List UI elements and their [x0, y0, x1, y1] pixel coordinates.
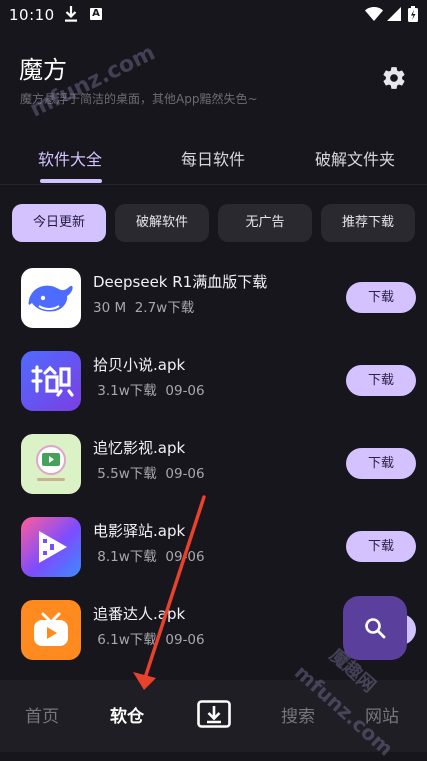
- list-item[interactable]: Deepseek R1满血版下载 30 M 2.7w下载 下载: [0, 268, 427, 348]
- app-name: 追番达人.apk: [93, 605, 186, 623]
- download-button[interactable]: 下载: [346, 448, 416, 479]
- signal-icon: [387, 7, 401, 21]
- list-item[interactable]: 拾贝小说.apk 3.1w下载 09-06 下载: [0, 351, 427, 431]
- zhuifan-tv-icon: [21, 600, 81, 660]
- notification-badge-icon: A: [90, 8, 102, 20]
- app-name: 拾贝小说.apk: [93, 356, 186, 374]
- list-item[interactable]: 追忆影视.apk 5.5w下载 09-06 下载: [0, 434, 427, 514]
- tab-daily-software[interactable]: 每日软件: [181, 146, 245, 170]
- movie-station-icon: [21, 517, 81, 577]
- chip-cracked-software[interactable]: 破解软件: [115, 204, 209, 242]
- search-fab-button[interactable]: [343, 596, 407, 660]
- chip-no-ads[interactable]: 无广告: [218, 204, 312, 242]
- app-name: 追忆影视.apk: [93, 439, 186, 457]
- tab-indicator: [40, 179, 102, 183]
- gear-icon[interactable]: [381, 65, 407, 91]
- battery-icon: [408, 6, 418, 22]
- tab-software-all[interactable]: 软件大全: [38, 146, 102, 170]
- download-button[interactable]: 下载: [346, 531, 416, 562]
- download-button[interactable]: 下载: [346, 282, 416, 313]
- download-notification-icon: [65, 6, 77, 22]
- nav-home[interactable]: 首页: [25, 702, 59, 727]
- app-name: 电影驿站.apk: [93, 522, 186, 540]
- download-manager-icon[interactable]: [197, 700, 231, 728]
- bottom-navigation: 首页 软仓 搜索 网站: [0, 680, 427, 752]
- chip-recommended[interactable]: 推荐下载: [321, 204, 415, 242]
- status-bar: 10:10 A: [0, 0, 427, 34]
- app-meta: 5.5w下载 09-06: [93, 466, 205, 482]
- nav-software-store[interactable]: 软仓: [110, 702, 144, 727]
- zhuiyi-video-icon: [21, 434, 81, 494]
- page-subtitle: 魔方悬浮于简洁的桌面，其他App黯然失色~: [20, 92, 258, 106]
- nav-websites[interactable]: 网站: [365, 702, 399, 727]
- deepseek-whale-icon: [21, 268, 81, 328]
- wifi-icon: [365, 7, 383, 21]
- list-item[interactable]: 电影驿站.apk 8.1w下载 09-06 下载: [0, 517, 427, 597]
- status-time: 10:10: [9, 6, 55, 24]
- app-meta: 3.1w下载 09-06: [93, 383, 205, 399]
- category-tabs: 软件大全 每日软件 破解文件夹: [0, 140, 427, 185]
- app-meta: 6.1w下载 09-06: [93, 632, 205, 648]
- download-button[interactable]: 下载: [346, 365, 416, 396]
- shibei-novel-icon: [21, 351, 81, 411]
- app-meta: 30 M 2.7w下载: [93, 300, 195, 316]
- tab-cracked-folder[interactable]: 破解文件夹: [315, 146, 395, 170]
- chip-today-update[interactable]: 今日更新: [12, 204, 106, 242]
- page-title: 魔方: [19, 56, 67, 84]
- app-meta: 8.1w下载 09-06: [93, 549, 205, 565]
- app-name: Deepseek R1满血版下载: [93, 273, 268, 291]
- search-icon: [365, 618, 386, 639]
- gesture-bar: [0, 752, 427, 760]
- nav-search[interactable]: 搜索: [281, 702, 315, 727]
